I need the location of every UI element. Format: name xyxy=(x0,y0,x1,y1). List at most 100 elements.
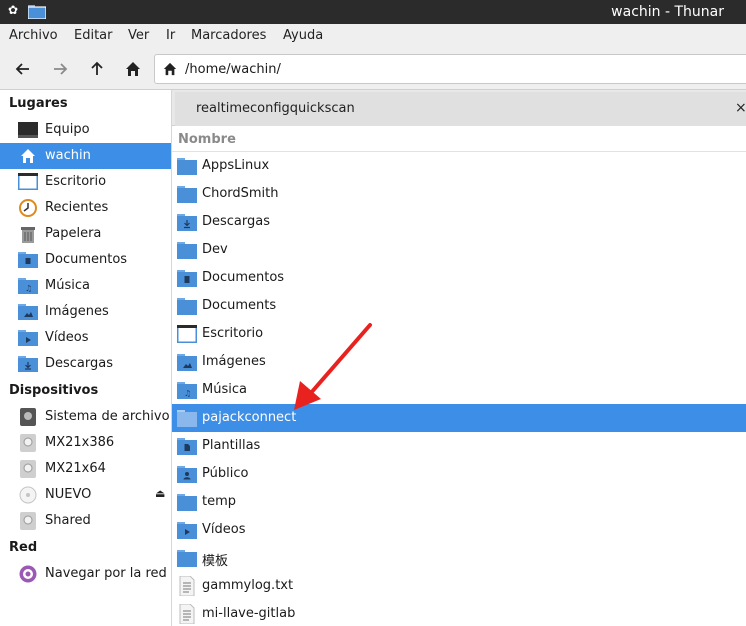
folder-icon xyxy=(177,494,197,511)
menu-bar: Archivo Editar Ver Ir Marcadores Ayuda xyxy=(0,24,746,48)
location-home-icon xyxy=(163,62,177,76)
close-icon[interactable]: × xyxy=(735,100,746,116)
home-button[interactable] xyxy=(121,57,145,81)
sidebar-item-sistema-de-archivos[interactable]: Sistema de archivos xyxy=(0,404,171,430)
sidebar-item-papelera[interactable]: Papelera xyxy=(0,221,171,247)
up-button[interactable] xyxy=(85,57,109,81)
sidebar-item-label: Música xyxy=(45,278,90,293)
app-folder-icon xyxy=(28,5,46,19)
file-row-mi-llave-gitlab[interactable]: mi-llave-gitlab xyxy=(172,600,746,626)
file-row-escritorio[interactable]: Escritorio xyxy=(172,320,746,348)
text-file-icon xyxy=(179,576,195,596)
sidebar-item-shared[interactable]: Shared xyxy=(0,508,171,534)
file-name: Imágenes xyxy=(202,354,266,369)
file-row-chordsmith[interactable]: ChordSmith xyxy=(172,180,746,208)
sidebar-item-label: Recientes xyxy=(45,200,109,215)
folder-icon xyxy=(177,186,197,203)
devices-header: Dispositivos xyxy=(9,383,99,398)
sidebar-item-label: MX21x386 xyxy=(45,435,115,450)
file-name: Escritorio xyxy=(202,326,264,341)
sidebar-item-recientes[interactable]: Recientes xyxy=(0,195,171,221)
sidebar-item-musica[interactable]: ♫ Música xyxy=(0,273,171,299)
file-row-gammylog[interactable]: gammylog.txt xyxy=(172,572,746,600)
sidebar-item-equipo[interactable]: Equipo xyxy=(0,117,171,143)
sidebar-item-label: Documentos xyxy=(45,252,128,267)
folder-pictures-icon xyxy=(177,354,197,371)
file-row-publico[interactable]: Público xyxy=(172,460,746,488)
tab-bar: realtimeconfigquickscan × xyxy=(172,90,746,126)
menu-editar[interactable]: Editar xyxy=(74,28,113,43)
file-row-temp[interactable]: temp xyxy=(172,488,746,516)
menu-marcadores[interactable]: Marcadores xyxy=(191,28,266,43)
sidebar-item-descargas[interactable]: Descargas xyxy=(0,351,171,377)
list-header: Nombre xyxy=(172,127,746,152)
window-menu-icon[interactable]: ✿ xyxy=(8,3,18,17)
window-title: wachin - Thunar xyxy=(611,4,724,20)
sidebar-item-videos[interactable]: Vídeos xyxy=(0,325,171,351)
file-row-moban[interactable]: 模板 xyxy=(172,544,746,572)
file-row-dev[interactable]: Dev xyxy=(172,236,746,264)
folder-music-icon: ♫ xyxy=(18,278,38,294)
folder-icon xyxy=(177,158,197,175)
home-icon xyxy=(126,62,140,76)
file-name: 模板 xyxy=(202,554,229,569)
file-name: Documents xyxy=(202,298,277,313)
menu-ver[interactable]: Ver xyxy=(128,28,149,43)
file-row-videos[interactable]: Vídeos xyxy=(172,516,746,544)
trash-icon xyxy=(21,227,35,243)
file-row-appslinux[interactable]: AppsLinux xyxy=(172,152,746,180)
sidebar-item-label: Sistema de archivos xyxy=(45,409,169,424)
sidebar-item-imagenes[interactable]: Imágenes xyxy=(0,299,171,325)
file-name: Público xyxy=(202,466,249,481)
folder-documents-icon xyxy=(177,270,197,287)
recent-icon xyxy=(19,199,37,217)
menu-archivo[interactable]: Archivo xyxy=(9,28,58,43)
sidebar-item-label: NUEVO xyxy=(45,487,92,502)
sidebar-item-escritorio[interactable]: Escritorio xyxy=(0,169,171,195)
folder-icon xyxy=(177,550,197,567)
sidebar: Lugares Equipo wachin Escritorio Recient… xyxy=(0,90,172,626)
file-name: ChordSmith xyxy=(202,186,279,201)
file-row-documents[interactable]: Documents xyxy=(172,292,746,320)
file-row-documentos[interactable]: Documentos xyxy=(172,264,746,292)
location-path[interactable]: /home/wachin/ xyxy=(185,62,281,77)
file-row-musica[interactable]: ♫ Música xyxy=(172,376,746,404)
file-name: mi-llave-gitlab xyxy=(202,606,296,621)
sidebar-item-nuevo[interactable]: NUEVO ⏏ xyxy=(0,482,171,508)
folder-download-icon xyxy=(18,356,38,372)
file-name: gammylog.txt xyxy=(202,578,294,593)
sidebar-item-label: Papelera xyxy=(45,226,102,241)
computer-icon xyxy=(18,122,38,138)
desktop-icon xyxy=(18,173,38,190)
drive-icon xyxy=(20,434,36,452)
menu-ayuda[interactable]: Ayuda xyxy=(283,28,323,43)
file-row-descargas[interactable]: Descargas xyxy=(172,208,746,236)
folder-icon xyxy=(177,298,197,315)
network-header: Red xyxy=(9,540,38,555)
sidebar-item-label: MX21x64 xyxy=(45,461,106,476)
folder-pictures-icon xyxy=(18,304,38,320)
back-button[interactable] xyxy=(11,57,35,81)
network-icon xyxy=(19,565,37,583)
file-name: Música xyxy=(202,382,247,397)
tab-realtimeconfigquickscan[interactable]: realtimeconfigquickscan × xyxy=(175,92,746,126)
drive-icon xyxy=(20,408,36,426)
sidebar-item-mx21x386[interactable]: MX21x386 xyxy=(0,430,171,456)
menu-ir[interactable]: Ir xyxy=(166,28,175,43)
sidebar-item-documentos[interactable]: Documentos xyxy=(0,247,171,273)
sidebar-item-mx21x64[interactable]: MX21x64 xyxy=(0,456,171,482)
sidebar-item-label: Equipo xyxy=(45,122,90,137)
file-row-plantillas[interactable]: Plantillas xyxy=(172,432,746,460)
folder-documents-icon xyxy=(18,252,38,268)
eject-icon[interactable]: ⏏ xyxy=(155,487,165,500)
sidebar-item-label: Navegar por la red xyxy=(45,566,167,581)
forward-button[interactable] xyxy=(48,57,72,81)
sidebar-item-label: Escritorio xyxy=(45,174,107,189)
sidebar-item-navegar-por-la-red[interactable]: Navegar por la red xyxy=(0,561,171,587)
file-name: Dev xyxy=(202,242,228,257)
sidebar-item-wachin[interactable]: wachin xyxy=(0,143,171,169)
file-row-pajackconnect[interactable]: pajackconnect xyxy=(172,404,746,432)
location-bar[interactable]: /home/wachin/ xyxy=(154,54,746,84)
file-row-imagenes[interactable]: Imágenes xyxy=(172,348,746,376)
column-header-name[interactable]: Nombre xyxy=(178,132,236,147)
